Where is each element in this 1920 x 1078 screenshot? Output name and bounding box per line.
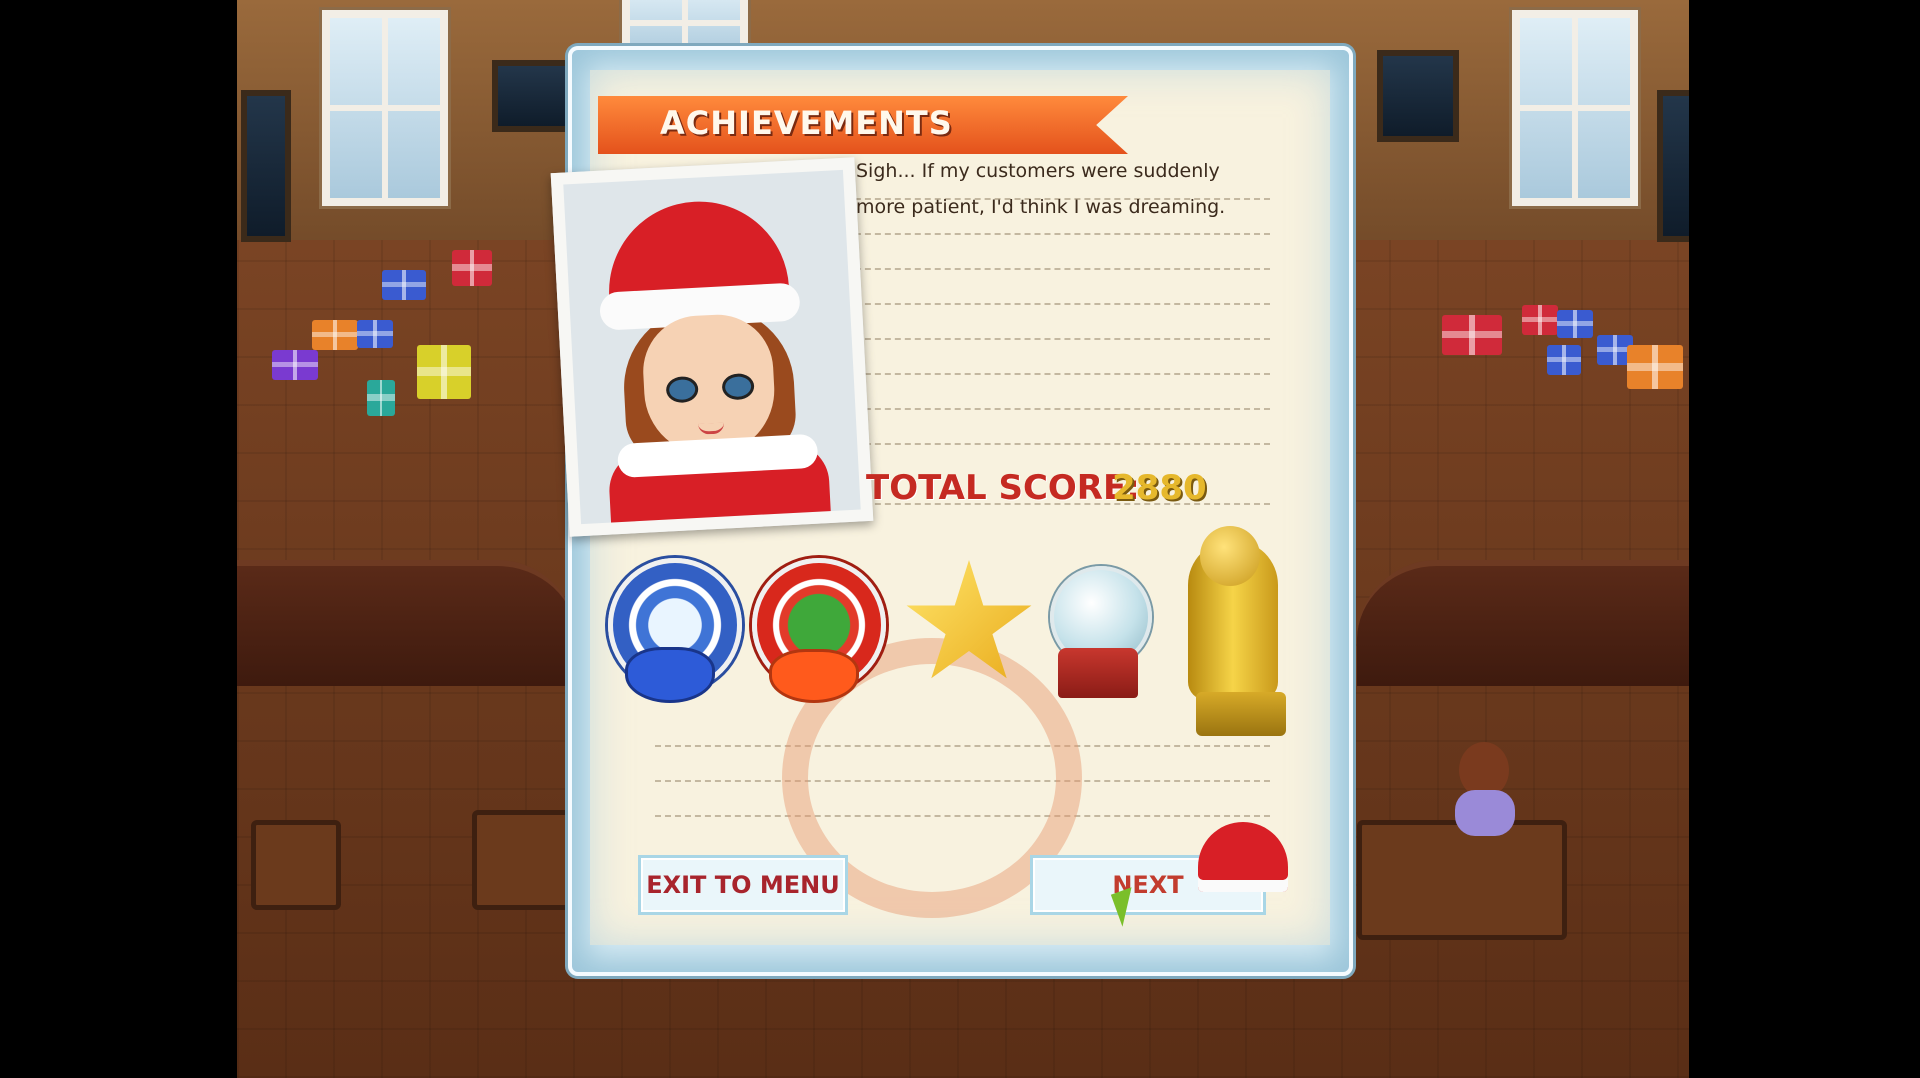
shop-window-left: [322, 10, 448, 206]
ruled-line: [815, 373, 1270, 375]
portrait-eye: [721, 372, 755, 401]
snow-globe-base: [1058, 648, 1138, 698]
ruled-line: [815, 443, 1270, 445]
ruled-line: [815, 268, 1270, 270]
snowmen-badge-bow: [628, 650, 712, 700]
gift-box: [272, 350, 318, 380]
character-portrait: [550, 157, 874, 537]
golden-santa-trophy-head: [1200, 526, 1260, 586]
ruled-line: [815, 338, 1270, 340]
wall-picture-sign: [492, 60, 574, 132]
gift-box: [382, 270, 426, 300]
ruled-line: [815, 408, 1270, 410]
total-score-label: TOTAL SCORE:: [866, 468, 1140, 508]
golden-santa-trophy-base: [1196, 692, 1286, 736]
portrait-eye: [665, 375, 699, 404]
ruled-line: [815, 303, 1270, 305]
gift-box: [312, 320, 358, 350]
exit-to-menu-button[interactable]: EXIT TO MENU: [638, 855, 848, 915]
gift-box: [1547, 345, 1581, 375]
work-table-right: [1357, 820, 1567, 940]
gift-box: [1627, 345, 1683, 389]
gift-box-badge-bow: [772, 652, 856, 700]
crate: [251, 820, 341, 910]
wall-picture-right: [1377, 50, 1459, 142]
portrait-mouth: [698, 422, 725, 435]
shop-counter-left: [237, 560, 577, 686]
panel-title: ACHIEVEMENTS: [660, 104, 953, 142]
quote-line-1: Sigh... If my customers were suddenly: [856, 160, 1220, 182]
gift-box: [1522, 305, 1558, 335]
gift-box: [367, 380, 395, 416]
ruled-line: [815, 233, 1270, 235]
helper-character-body: [1455, 790, 1515, 836]
wall-picture-left: [241, 90, 291, 242]
shop-window-right: [1512, 10, 1638, 206]
shop-counter-right: [1357, 560, 1689, 686]
gift-box: [1557, 310, 1593, 338]
gift-box: [417, 345, 471, 399]
gift-box: [1442, 315, 1502, 355]
gift-box: [452, 250, 492, 286]
wall-picture-far-right: [1657, 90, 1689, 242]
total-score-value: 2880: [1112, 468, 1207, 508]
quote-line-2: more patient, I'd think I was dreaming.: [856, 196, 1226, 218]
gift-box: [357, 320, 393, 348]
